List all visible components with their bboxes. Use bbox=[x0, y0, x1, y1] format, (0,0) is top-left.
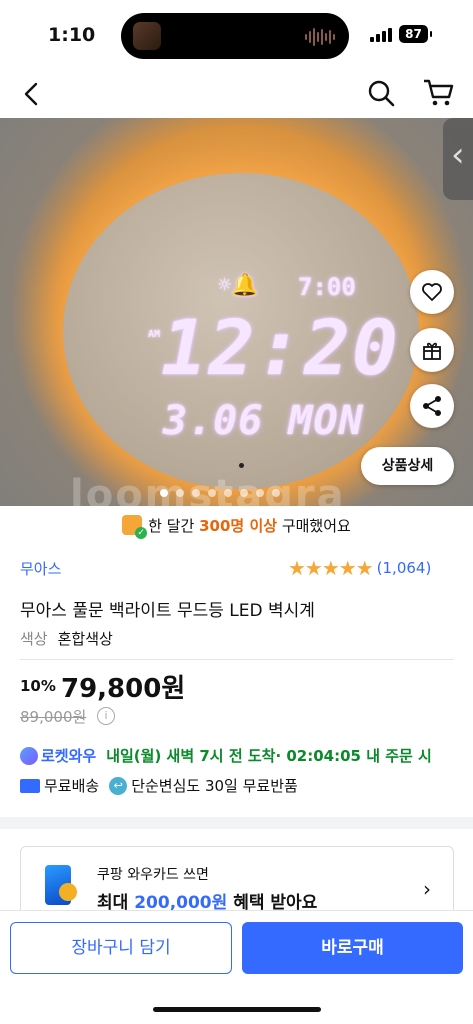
search-icon[interactable] bbox=[366, 78, 396, 108]
purchase-count-banner: 한 달간 300명 이상 구매했어요 bbox=[0, 506, 473, 544]
gift-button[interactable] bbox=[410, 328, 454, 372]
rating-summary[interactable]: ★★★★★ (1,064) bbox=[288, 556, 431, 580]
share-button[interactable] bbox=[410, 384, 454, 428]
free-shipping: 무료배송 bbox=[44, 777, 100, 795]
battery-indicator: 87 bbox=[399, 25, 432, 43]
star-rating-icon: ★★★★★ bbox=[288, 556, 374, 580]
carousel-dot[interactable] bbox=[240, 489, 248, 497]
banner-count: 300명 이상 bbox=[199, 517, 278, 535]
clock-date: 3.06 MON bbox=[163, 398, 364, 444]
top-nav bbox=[0, 70, 473, 118]
carousel-indicator bbox=[160, 489, 280, 497]
chevron-left-icon: ‹ bbox=[451, 135, 465, 175]
product-image-carousel[interactable]: ☼🔔 7:00 AM 12:20 3.06 MON loomstagra ‹ 상… bbox=[0, 118, 473, 506]
side-panel-tab[interactable]: ‹ bbox=[443, 118, 473, 200]
chevron-right-icon: › bbox=[423, 877, 431, 901]
shipping-returns: 무료배송 ↩ 단순변심도 30일 무료반품 bbox=[20, 775, 298, 796]
truck-icon bbox=[20, 778, 40, 793]
share-icon bbox=[423, 396, 441, 416]
rocket-icon bbox=[20, 746, 38, 765]
free-returns: 단순변심도 30일 무료반품 bbox=[131, 777, 298, 795]
status-bar: 1:10 87 bbox=[0, 0, 473, 70]
wall-clock-image: ☼🔔 7:00 AM 12:20 3.06 MON bbox=[63, 173, 419, 489]
now-playing-thumbnail bbox=[133, 22, 161, 50]
seller-link[interactable]: 무아스 bbox=[20, 558, 61, 579]
buy-now-button[interactable]: 바로구매 bbox=[242, 922, 463, 974]
status-time: 1:10 bbox=[48, 24, 96, 46]
option-key: 색상 bbox=[20, 630, 48, 648]
shopping-bag-icon bbox=[122, 515, 148, 539]
clock-sensor-dot bbox=[239, 463, 244, 468]
heart-icon bbox=[422, 283, 442, 301]
carousel-dot[interactable] bbox=[192, 489, 200, 497]
banner-suffix: 구매했어요 bbox=[277, 517, 351, 535]
carousel-dot[interactable] bbox=[208, 489, 216, 497]
home-indicator[interactable] bbox=[153, 1007, 321, 1012]
dynamic-island[interactable] bbox=[121, 13, 349, 59]
option-value: 혼합색상 bbox=[57, 630, 113, 648]
credit-card-icon bbox=[45, 865, 77, 905]
option-row[interactable]: 색상 혼합색상 bbox=[20, 628, 113, 649]
carousel-dot[interactable] bbox=[176, 489, 184, 497]
carousel-dot[interactable] bbox=[224, 489, 232, 497]
divider bbox=[20, 659, 454, 660]
wishlist-button[interactable] bbox=[410, 270, 454, 314]
info-icon[interactable]: i bbox=[97, 707, 115, 725]
return-icon: ↩ bbox=[109, 776, 128, 795]
product-title: 무아스 풀문 백라이트 무드등 LED 벽시계 bbox=[20, 601, 315, 621]
clock-time: 12:20 bbox=[161, 303, 400, 392]
rocket-wow-label: 로켓와우 bbox=[41, 747, 97, 765]
banner-prefix: 한 달간 bbox=[148, 517, 200, 535]
section-gap bbox=[0, 817, 473, 829]
promo-line1: 쿠팡 와우카드 쓰면 bbox=[97, 867, 209, 883]
discount-rate: 10% bbox=[20, 677, 56, 695]
product-detail-button[interactable]: 상품상세 bbox=[361, 447, 454, 485]
bottom-action-bar: 장바구니 담기 바로구매 bbox=[0, 910, 473, 1024]
carousel-dot[interactable] bbox=[160, 489, 168, 497]
add-to-cart-button[interactable]: 장바구니 담기 bbox=[10, 922, 232, 974]
rocket-wow-badge: 로켓와우 bbox=[20, 745, 96, 766]
carousel-dot[interactable] bbox=[272, 489, 280, 497]
carousel-dot[interactable] bbox=[256, 489, 264, 497]
arrival-date: 내일(월) 새벽 7시 전 도착 bbox=[106, 747, 276, 765]
signal-icon bbox=[370, 28, 392, 42]
review-count[interactable]: (1,064) bbox=[377, 559, 432, 577]
order-countdown: · 02:04:05 내 주문 시 bbox=[275, 747, 432, 765]
sun-bell-icon: ☼🔔 bbox=[218, 273, 259, 298]
clock-alarm-time: 7:00 bbox=[298, 273, 356, 301]
gift-icon bbox=[423, 342, 441, 360]
back-arrow-icon[interactable] bbox=[18, 80, 46, 108]
sale-price: 79,800원 bbox=[61, 674, 186, 704]
original-price: 89,000원 bbox=[20, 708, 87, 726]
delivery-info: 로켓와우 내일(월) 새벽 7시 전 도착 · 02:04:05 내 주문 시 bbox=[20, 745, 432, 766]
audio-wave-icon bbox=[305, 27, 335, 47]
cart-icon[interactable] bbox=[422, 76, 456, 108]
clock-am: AM bbox=[148, 329, 161, 340]
